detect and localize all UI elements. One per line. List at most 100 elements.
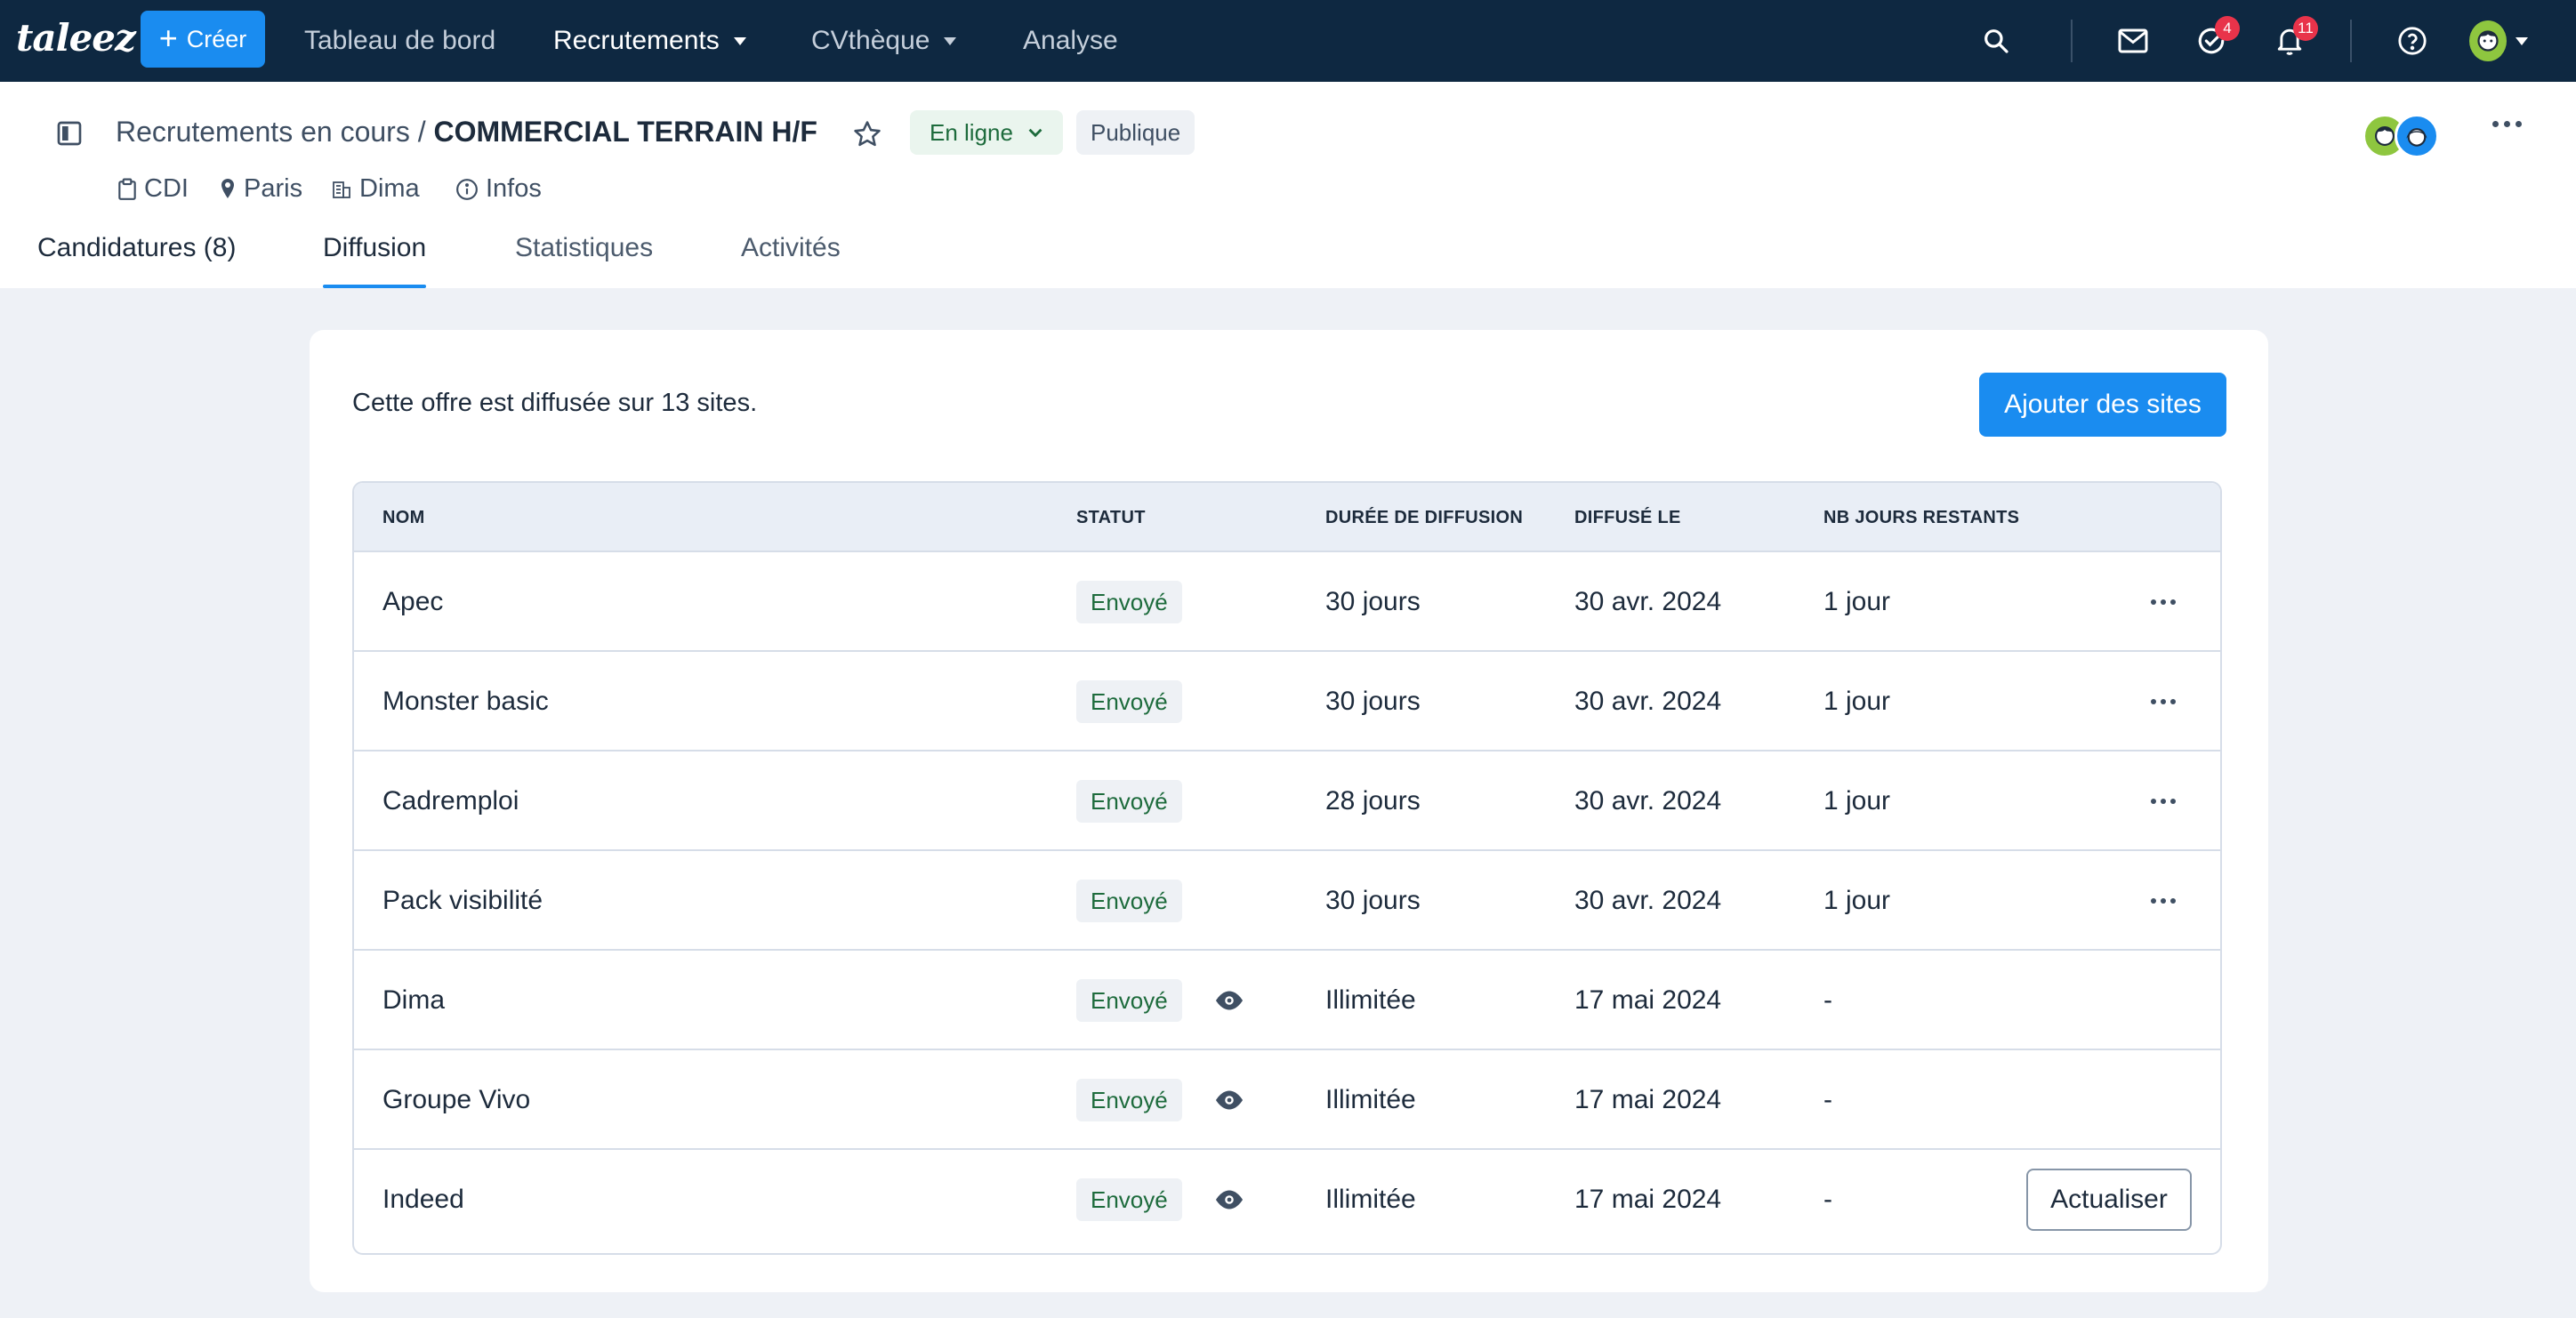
plus-icon: + (158, 19, 178, 56)
status-badge: Envoyé (1076, 1178, 1182, 1221)
caret-down-icon (733, 36, 746, 45)
site-name: Pack visibilité (382, 886, 543, 915)
tab-statistics-label: Statistiques (515, 233, 654, 262)
status-badge: Envoyé (1076, 780, 1182, 823)
eye-icon[interactable] (1213, 1150, 1245, 1250)
meta-info[interactable]: Infos (455, 174, 542, 204)
column-header-name: NOM (382, 508, 425, 527)
create-button[interactable]: + Créer (141, 11, 265, 68)
remaining-days: 1 jour (1823, 687, 1891, 716)
table-row[interactable]: Monster basic Envoyé 30 jours 30 avr. 20… (354, 652, 2220, 751)
table-row[interactable]: Indeed Envoyé Illimitée 17 mai 2024 - Ac… (354, 1150, 2220, 1250)
row-more-icon[interactable] (2151, 599, 2176, 605)
table-row[interactable]: Cadremploi Envoyé 28 jours 30 avr. 2024 … (354, 751, 2220, 851)
sidebar-toggle-icon[interactable] (55, 119, 84, 148)
meta-company: Dima (331, 174, 420, 204)
status-badge: Envoyé (1076, 880, 1182, 922)
duration: Illimitée (1325, 985, 1416, 1015)
site-name: Apec (382, 587, 444, 616)
mail-icon[interactable] (2112, 20, 2154, 62)
column-header-remaining: NB JOURS RESTANTS (1823, 508, 2020, 527)
nav-cvtheque-label: CVthèque (811, 26, 930, 55)
tab-activities-label: Activités (741, 233, 841, 262)
nav-analysis-label: Analyse (1023, 26, 1118, 55)
site-name: Indeed (382, 1185, 464, 1214)
table-row[interactable]: Apec Envoyé 30 jours 30 avr. 2024 1 jour (354, 552, 2220, 652)
search-icon[interactable] (1975, 20, 2017, 62)
tab-statistics[interactable]: Statistiques (515, 233, 653, 288)
tab-activities[interactable]: Activités (741, 233, 841, 288)
star-icon[interactable] (852, 119, 882, 154)
diffusion-date: 17 mai 2024 (1574, 1085, 1722, 1114)
remaining-days: 1 jour (1823, 786, 1891, 816)
nav-dashboard[interactable]: Tableau de bord (304, 0, 495, 82)
remaining-days: - (1823, 985, 1832, 1015)
remaining-days: - (1823, 1185, 1832, 1214)
tab-applications-label: Candidatures (8) (37, 233, 237, 262)
status-label: En ligne (930, 118, 1013, 146)
duration: Illimitée (1325, 1085, 1416, 1114)
clipboard-icon (118, 178, 136, 200)
status-badge: Envoyé (1076, 1079, 1182, 1121)
table-header: NOM STATUT DURÉE DE DIFFUSION DIFFUSÉ LE… (354, 483, 2220, 552)
refresh-button-label: Actualiser (2050, 1185, 2168, 1214)
location-pin-icon (221, 178, 234, 198)
user-avatar (2469, 20, 2507, 61)
tasks-icon[interactable]: 4 (2190, 16, 2240, 62)
company-text: Dima (359, 174, 420, 203)
nav-recruitments-label: Recrutements (553, 26, 720, 55)
nav-cvtheque[interactable]: CVthèque (811, 0, 957, 82)
add-sites-label: Ajouter des sites (2004, 390, 2202, 419)
breadcrumb-parent[interactable]: Recrutements en cours / (116, 116, 426, 148)
remaining-days: 1 jour (1823, 886, 1891, 915)
row-more-icon[interactable] (2151, 699, 2176, 704)
diffusion-date: 30 avr. 2024 (1574, 587, 1722, 616)
diffusion-date: 30 avr. 2024 (1574, 687, 1722, 716)
status-badge: Envoyé (1076, 581, 1182, 623)
add-sites-button[interactable]: Ajouter des sites (1979, 373, 2226, 437)
status-dropdown[interactable]: En ligne (910, 110, 1063, 155)
caret-down-icon (944, 36, 957, 45)
visibility-badge: Publique (1076, 110, 1195, 155)
building-icon (333, 181, 350, 198)
table-row[interactable]: Dima Envoyé Illimitée 17 mai 2024 - (354, 951, 2220, 1050)
table-row[interactable]: Pack visibilité Envoyé 30 jours 30 avr. … (354, 851, 2220, 951)
refresh-button[interactable]: Actualiser (2026, 1169, 2192, 1231)
team-avatars[interactable] (2363, 114, 2441, 158)
user-menu[interactable] (2469, 20, 2528, 62)
help-icon[interactable] (2391, 20, 2434, 62)
app-logo[interactable]: taleez (16, 16, 136, 60)
duration: 30 jours (1325, 886, 1421, 915)
tab-applications[interactable]: Candidatures (8) (37, 233, 236, 288)
nav-analysis[interactable]: Analyse (1023, 0, 1118, 82)
row-more-icon[interactable] (2151, 898, 2176, 904)
site-name: Monster basic (382, 687, 549, 716)
chevron-down-icon (1028, 128, 1042, 138)
location-text: Paris (244, 174, 303, 203)
meta-location: Paris (219, 174, 302, 204)
info-icon (456, 178, 478, 200)
column-header-date: DIFFUSÉ LE (1574, 508, 1681, 527)
nav-dashboard-label: Tableau de bord (304, 26, 496, 55)
diffusion-date: 30 avr. 2024 (1574, 786, 1722, 816)
bell-icon[interactable]: 11 (2268, 16, 2318, 62)
eye-icon[interactable] (1213, 951, 1245, 1050)
nav-recruitments[interactable]: Recrutements (553, 0, 746, 82)
diffusion-date: 30 avr. 2024 (1574, 886, 1722, 915)
remaining-days: - (1823, 1085, 1832, 1114)
eye-icon[interactable] (1213, 1050, 1245, 1150)
meta-contract: CDI (117, 174, 189, 204)
nav-divider (2350, 20, 2352, 62)
site-name: Dima (382, 985, 446, 1015)
site-name: Cadremploi (382, 786, 519, 816)
duration: 30 jours (1325, 687, 1421, 716)
duration: 30 jours (1325, 587, 1421, 616)
more-options-icon[interactable] (2492, 121, 2522, 127)
tab-diffusion[interactable]: Diffusion (323, 233, 427, 288)
contract-text: CDI (144, 174, 189, 203)
table-row[interactable]: Groupe Vivo Envoyé Illimitée 17 mai 2024… (354, 1050, 2220, 1150)
row-more-icon[interactable] (2151, 799, 2176, 804)
remaining-days: 1 jour (1823, 587, 1891, 616)
job-header: Recrutements en cours / COMMERCIAL TERRA… (0, 82, 2576, 288)
notifications-count-badge: 11 (2293, 16, 2318, 41)
